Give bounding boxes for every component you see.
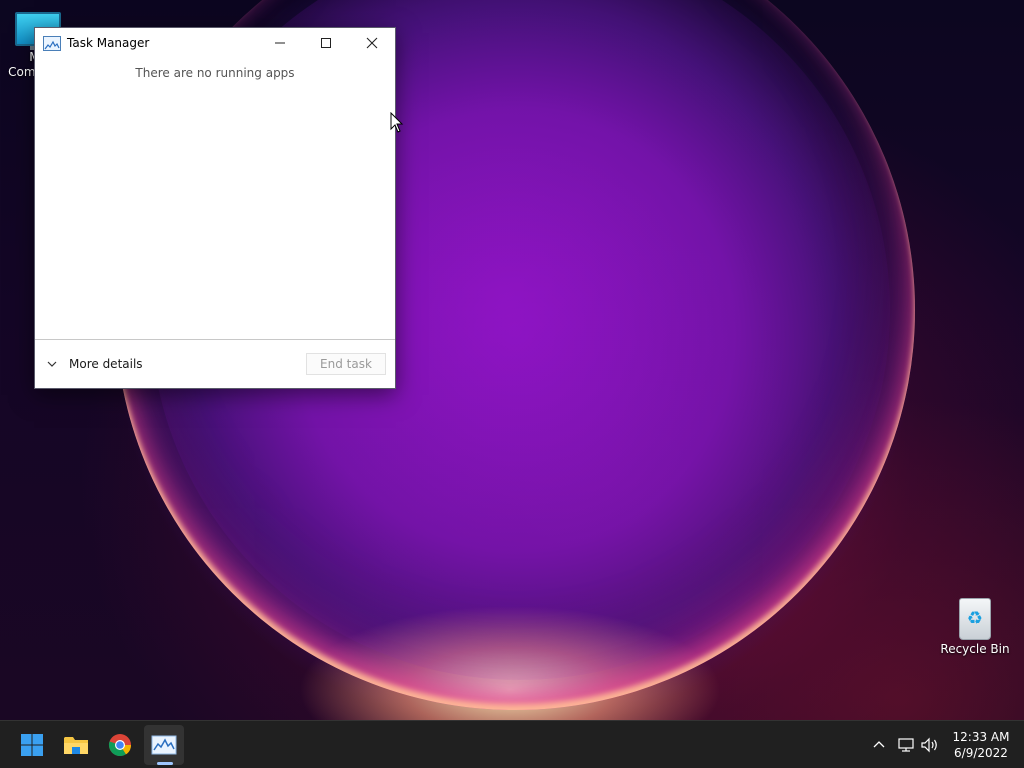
chrome-button[interactable]	[100, 725, 140, 765]
windows-logo-icon	[21, 734, 43, 756]
desktop: My Computer ♻ Recycle Bin Task Manager	[0, 0, 1024, 768]
more-details-label: More details	[69, 357, 143, 371]
recycle-bin-icon: ♻	[959, 598, 991, 640]
window-title: Task Manager	[67, 36, 150, 50]
show-hidden-icons-button[interactable]	[869, 735, 889, 755]
task-manager-window[interactable]: Task Manager There are no running apps M…	[34, 27, 396, 389]
volume-icon	[921, 737, 937, 753]
chevron-up-icon	[873, 741, 885, 748]
desktop-icon-recycle-bin[interactable]: ♻ Recycle Bin	[939, 596, 1011, 657]
minimize-button[interactable]	[257, 28, 303, 58]
close-button[interactable]	[349, 28, 395, 58]
empty-apps-message: There are no running apps	[135, 66, 295, 80]
network-icon	[898, 738, 914, 752]
folder-icon	[64, 737, 88, 754]
maximize-button[interactable]	[303, 28, 349, 58]
active-app-indicator	[157, 762, 173, 765]
taskbar: 12:33 AM 6/9/2022	[0, 720, 1024, 768]
file-explorer-button[interactable]	[56, 725, 96, 765]
minimize-icon	[275, 42, 285, 44]
taskbar-clock[interactable]: 12:33 AM 6/9/2022	[950, 729, 1012, 761]
volume-button[interactable]	[920, 735, 940, 755]
desktop-icon-label: Recycle Bin	[940, 642, 1010, 656]
chrome-icon	[108, 734, 132, 757]
title-bar[interactable]: Task Manager	[35, 28, 395, 58]
task-manager-icon	[43, 35, 61, 51]
close-icon	[366, 37, 378, 49]
task-manager-icon	[151, 735, 177, 755]
task-manager-taskbar-button[interactable]	[144, 725, 184, 765]
clock-time: 12:33 AM	[952, 730, 1010, 744]
more-details-toggle[interactable]: More details	[45, 357, 143, 371]
network-button[interactable]	[896, 735, 916, 755]
start-button[interactable]	[12, 725, 52, 765]
footer: More details End task	[35, 339, 395, 388]
clock-date: 6/9/2022	[954, 746, 1008, 760]
mouse-cursor-icon	[390, 112, 404, 133]
maximize-icon	[321, 38, 331, 48]
end-task-button[interactable]: End task	[306, 353, 386, 375]
chevron-down-icon	[47, 361, 57, 367]
